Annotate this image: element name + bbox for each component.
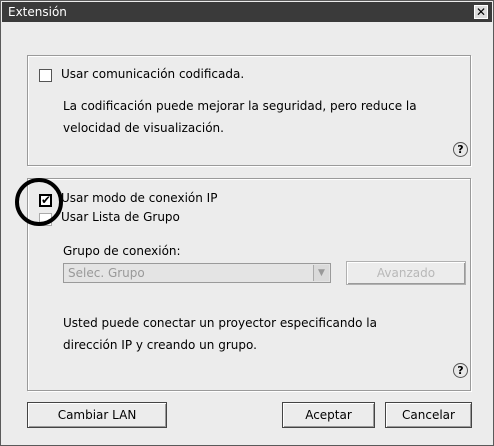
ip-help-icon[interactable]: ? [453, 363, 468, 378]
chevron-down-icon[interactable]: ▼ [313, 265, 329, 281]
encryption-description-line2: velocidad de visualización. [63, 121, 224, 135]
extension-dialog: Extensión ✕ Usar comunicación codificada… [0, 0, 494, 446]
group-list-checkbox[interactable] [39, 213, 52, 226]
title-bar: Extensión ✕ [2, 2, 492, 22]
dialog-title: Extensión [8, 5, 67, 19]
encryption-description-line1: La codificación puede mejorar la segurid… [63, 99, 417, 113]
encryption-help-icon[interactable]: ? [453, 142, 468, 157]
encryption-checkbox-label[interactable]: Usar comunicación codificada. [61, 67, 244, 81]
ip-mode-checkbox-label[interactable]: Usar modo de conexión IP [61, 191, 217, 205]
encryption-description: La codificación puede mejorar la segurid… [63, 95, 417, 139]
close-icon[interactable]: ✕ [474, 5, 488, 19]
encryption-checkbox[interactable] [39, 69, 52, 82]
ip-mode-checkbox[interactable]: ✔ [39, 193, 52, 207]
group-select[interactable]: Selec. Grupo ▼ [63, 263, 331, 283]
group-select-value: Selec. Grupo [68, 266, 145, 280]
change-lan-button[interactable]: Cambiar LAN [27, 402, 167, 428]
checkmark-icon: ✔ [41, 193, 52, 207]
connection-group-label: Grupo de conexión: [63, 244, 181, 258]
ip-description-line2: dirección IP y creando un grupo. [63, 338, 257, 352]
cancel-button[interactable]: Cancelar [385, 402, 472, 428]
advanced-button[interactable]: Avanzado [346, 261, 466, 285]
accept-button[interactable]: Aceptar [282, 402, 375, 428]
group-list-checkbox-label[interactable]: Usar Lista de Grupo [61, 210, 180, 224]
ip-description: Usted puede conectar un proyector especi… [63, 312, 377, 356]
ip-description-line1: Usted puede conectar un proyector especi… [63, 316, 377, 330]
